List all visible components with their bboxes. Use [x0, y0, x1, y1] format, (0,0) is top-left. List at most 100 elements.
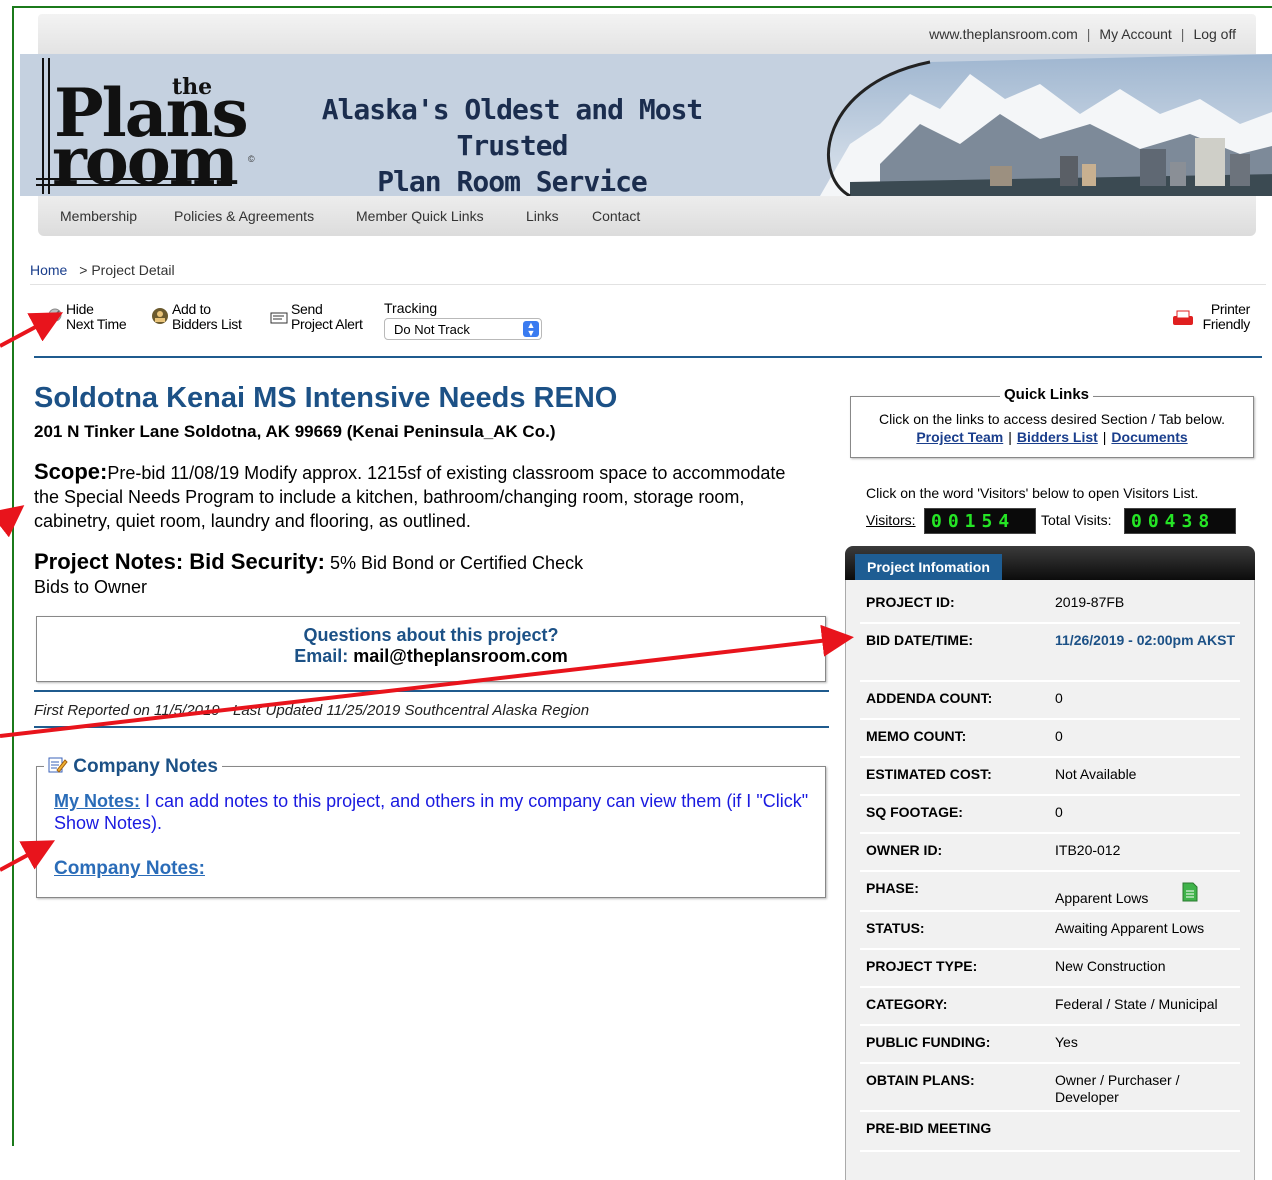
divider [34, 726, 829, 728]
info-key: ADDENDA COUNT: [866, 690, 993, 706]
info-row: PRE-BID MEETING [860, 1112, 1240, 1152]
nav-member-quick-links[interactable]: Member Quick Links [356, 208, 484, 224]
nav-links[interactable]: Links [526, 208, 559, 224]
company-notes-title: Company Notes [73, 756, 218, 777]
log-off-link[interactable]: Log off [1193, 26, 1236, 42]
quick-link-bidders-list[interactable]: Bidders List [1017, 429, 1098, 445]
quick-link-project-team[interactable]: Project Team [916, 429, 1003, 445]
info-key: CATEGORY: [866, 996, 948, 1012]
notes-label: Project Notes: Bid Security: [34, 549, 325, 574]
quick-link-documents[interactable]: Documents [1111, 429, 1187, 445]
info-value: ITB20-012 [1055, 842, 1121, 858]
info-key: PHASE: [866, 880, 919, 896]
nav-policies-agreements[interactable]: Policies & Agreements [174, 208, 314, 224]
info-key: MEMO COUNT: [866, 728, 967, 744]
tool-label: Next Time [66, 316, 127, 332]
info-value: 0 [1055, 728, 1063, 744]
info-key: ESTIMATED COST: [866, 766, 992, 782]
info-value: 0 [1055, 690, 1063, 706]
tracking-label: Tracking [384, 300, 438, 316]
plans-room-logo[interactable]: Plans the room © [32, 58, 262, 196]
divider [30, 284, 1266, 285]
tagline-line: Alaska's Oldest and Most Trusted [321, 93, 704, 162]
logo-copyright: © [248, 154, 255, 164]
visitors-link[interactable]: Visitors: [866, 512, 916, 528]
company-notes-legend: Company Notes [44, 756, 222, 778]
tool-label: Send [291, 301, 323, 317]
info-row: CATEGORY: Federal / State / Municipal [860, 988, 1240, 1026]
quick-links: Project Team | Bidders List | Documents [850, 429, 1254, 445]
my-account-link[interactable]: My Account [1099, 26, 1171, 42]
info-key: BID DATE/TIME: [866, 632, 974, 648]
info-value: Not Available [1055, 766, 1137, 782]
banner: Plans the room © Alaska's Oldest and Mos… [20, 54, 1272, 196]
notes-line-2: Bids to Owner [34, 577, 148, 597]
info-row: ADDENDA COUNT: 0 [860, 682, 1240, 720]
top-bar: www.theplansroom.com | My Account | Log off [38, 14, 1256, 54]
info-row: STATUS: Awaiting Apparent Lows [860, 912, 1240, 950]
visitors-counter: 00154 [924, 508, 1036, 534]
tracking-select[interactable]: Do Not Track ▲ ▼ [384, 318, 542, 340]
info-key: PUBLIC FUNDING: [866, 1034, 991, 1050]
nav-membership[interactable]: Membership [60, 208, 137, 224]
tool-label: Friendly [1202, 316, 1251, 332]
logo-rule [48, 58, 50, 194]
printer-friendly-button[interactable]: Printer Friendly [1196, 301, 1251, 332]
info-value: New Construction [1055, 958, 1166, 974]
mountain-skyline-image [820, 54, 1272, 196]
hide-icon[interactable] [48, 308, 62, 322]
logo-rule [42, 58, 44, 194]
info-key: SQ FOOTAGE: [866, 804, 963, 820]
info-key: PROJECT TYPE: [866, 958, 978, 974]
top-links: www.theplansroom.com | My Account | Log off [929, 26, 1236, 42]
panel-header: Project Infomation [845, 546, 1255, 580]
send-project-alert-button[interactable]: Send Project Alert [291, 302, 363, 332]
main-nav: Membership Policies & Agreements Member … [38, 196, 1256, 236]
visitors-note: Click on the word 'Visitors' below to op… [866, 485, 1199, 501]
info-key: PRE-BID MEETING [866, 1120, 992, 1136]
breadcrumb: Home > Project Detail [30, 262, 175, 278]
site-link[interactable]: www.theplansroom.com [929, 26, 1078, 42]
my-notes: My Notes: I can add notes to this projec… [54, 790, 814, 834]
breadcrumb-home[interactable]: Home [30, 262, 67, 278]
info-value: 2019-87FB [1055, 594, 1125, 610]
reported-dates: First Reported on 11/5/2019 - Last Updat… [34, 702, 590, 719]
info-row: PUBLIC FUNDING: Yes [860, 1026, 1240, 1064]
separator: | [1008, 429, 1012, 445]
logo-word-the: the [172, 74, 213, 100]
info-row: PROJECT TYPE: New Construction [860, 950, 1240, 988]
my-notes-link[interactable]: My Notes: [54, 791, 140, 811]
project-information-panel: Project Infomation PROJECT ID: 2019-87FB B… [845, 546, 1255, 1180]
divider [34, 356, 1262, 358]
company-notes-link[interactable]: Company Notes: [54, 858, 205, 880]
info-key: OBTAIN PLANS: [866, 1072, 975, 1088]
email-label: Email: [294, 646, 354, 666]
separator: | [1180, 26, 1185, 42]
quick-links-description: Click on the links to access desired Sec… [878, 411, 1226, 427]
envelope-icon[interactable] [270, 312, 288, 324]
nav-contact[interactable]: Contact [592, 208, 640, 224]
questions-box: Questions about this project? Email: mai… [36, 616, 826, 682]
quick-links-legend: Quick Links [1000, 386, 1094, 403]
info-value: 0 [1055, 804, 1063, 820]
breadcrumb-current: > Project Detail [79, 262, 175, 278]
info-key: PROJECT ID: [866, 594, 955, 610]
project-info-table: PROJECT ID: 2019-87FB BID DATE/TIME: 11/26/… [845, 580, 1255, 1180]
scope-label: Scope: [34, 459, 108, 484]
divider [34, 690, 829, 692]
tool-label: Printer [1210, 301, 1250, 317]
info-key: STATUS: [866, 920, 925, 936]
total-visits-counter: 00438 [1124, 508, 1236, 534]
email-link[interactable]: mail@theplansroom.com [353, 646, 568, 666]
printer-icon[interactable] [1172, 310, 1194, 326]
separator: | [1102, 429, 1107, 445]
document-icon[interactable] [1182, 882, 1198, 902]
tool-label: Project Alert [291, 316, 363, 332]
info-row: ESTIMATED COST: Not Available [860, 758, 1240, 796]
quick-links-box [850, 396, 1254, 458]
add-to-bidders-list-button[interactable]: Add to Bidders List [172, 302, 242, 332]
info-value: Yes [1055, 1034, 1078, 1050]
tab-project-information[interactable]: Project Infomation [855, 554, 1002, 580]
add-bidders-icon[interactable] [150, 307, 170, 325]
hide-next-time-button[interactable]: Hide Next Time [66, 302, 127, 332]
